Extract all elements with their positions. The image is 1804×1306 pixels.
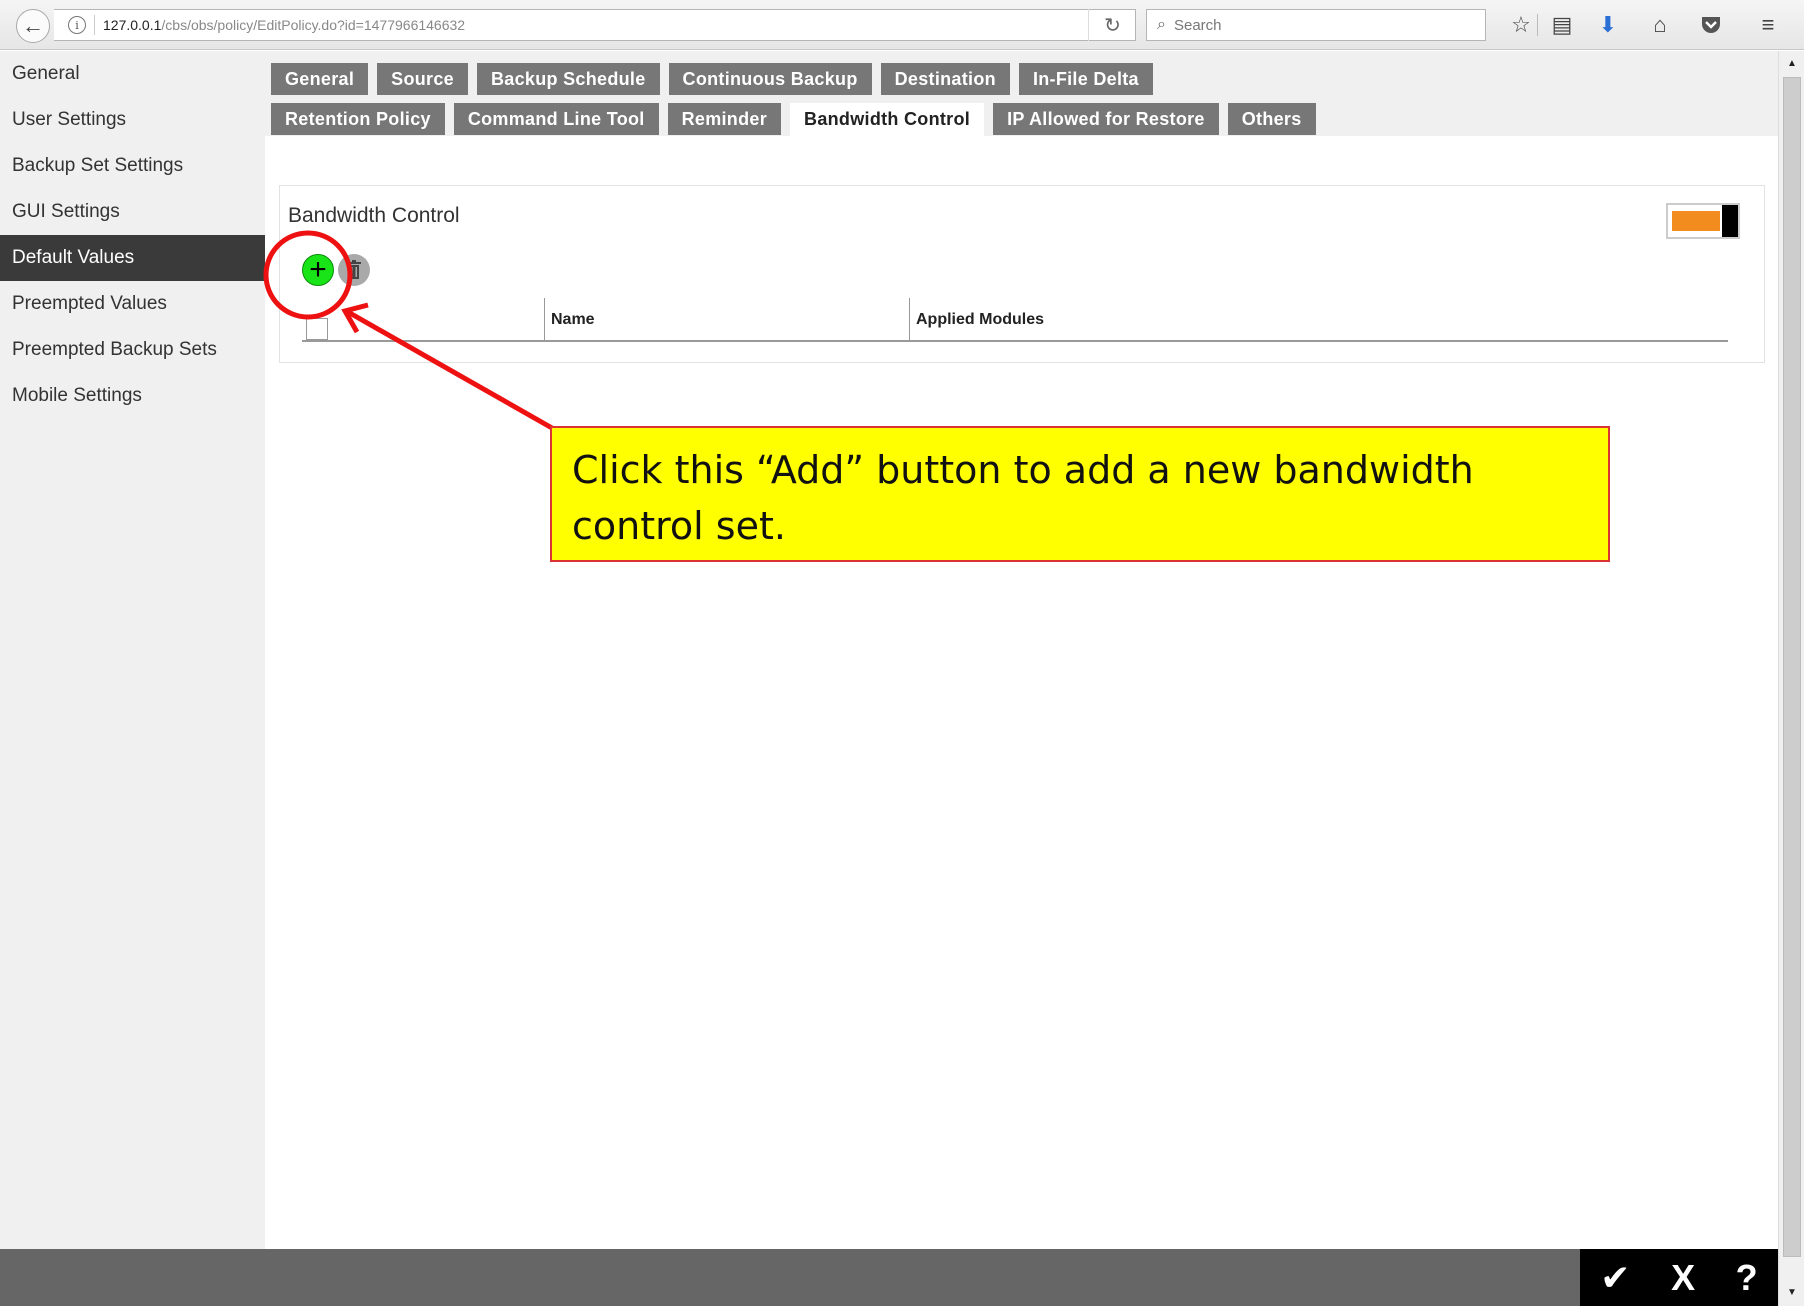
tab-in-file-delta[interactable]: In-File Delta — [1018, 63, 1153, 95]
tab-backup-schedule[interactable]: Backup Schedule — [476, 63, 660, 95]
back-arrow-icon[interactable]: ← — [16, 9, 50, 43]
tab-bar: General Source Backup Schedule Continuou… — [265, 51, 1778, 139]
tab-source[interactable]: Source — [377, 63, 468, 95]
pocket-icon[interactable] — [1695, 10, 1727, 40]
search-icon: ⌕ — [1157, 16, 1166, 33]
download-icon[interactable]: ⬇ — [1592, 10, 1624, 40]
search-placeholder: Search — [1173, 16, 1222, 34]
column-header-name[interactable]: Name — [544, 298, 595, 340]
help-question-icon[interactable]: ? — [1736, 1257, 1758, 1299]
annotation-callout: Click this “Add” button to add a new ban… — [550, 426, 1610, 562]
cancel-x-icon[interactable]: X — [1671, 1257, 1695, 1299]
main-content: General Source Backup Schedule Continuou… — [265, 51, 1778, 1249]
reload-icon[interactable]: ↻ — [1088, 9, 1136, 41]
tab-row-2: Retention Policy Command Line Tool Remin… — [271, 103, 1325, 139]
reading-list-icon[interactable]: ▤ — [1546, 10, 1578, 40]
browser-toolbar: ← i 127.0.0.1/cbs/obs/policy/EditPolicy.… — [0, 0, 1804, 50]
select-all-checkbox[interactable] — [306, 318, 328, 340]
scrollbar-thumb[interactable] — [1783, 77, 1801, 1257]
tab-reminder[interactable]: Reminder — [667, 103, 782, 135]
sidebar-item-mobile-settings[interactable]: Mobile Settings — [0, 373, 265, 419]
bandwidth-control-toggle[interactable] — [1666, 203, 1740, 239]
sidebar-item-backup-set-settings[interactable]: Backup Set Settings — [0, 143, 265, 189]
tab-bandwidth-control[interactable]: Bandwidth Control — [790, 103, 985, 139]
search-field[interactable]: ⌕ Search — [1146, 9, 1486, 41]
sidebar-item-preempted-backup-sets[interactable]: Preempted Backup Sets — [0, 327, 265, 373]
sidebar-item-gui-settings[interactable]: GUI Settings — [0, 189, 265, 235]
tab-retention-policy[interactable]: Retention Policy — [271, 103, 445, 135]
toolbar-separator — [1537, 14, 1538, 36]
tab-command-line-tool[interactable]: Command Line Tool — [453, 103, 659, 135]
delete-button[interactable] — [338, 254, 370, 286]
scroll-up-arrow-icon[interactable]: ▲ — [1783, 55, 1801, 73]
tab-others[interactable]: Others — [1227, 103, 1316, 135]
sidebar: General User Settings Backup Set Setting… — [0, 51, 265, 1249]
info-icon[interactable]: i — [68, 16, 86, 34]
add-button[interactable]: + — [302, 254, 334, 286]
url-separator — [94, 15, 95, 35]
bandwidth-control-panel: Bandwidth Control + Name Applied Modules — [279, 185, 1765, 363]
vertical-scrollbar[interactable]: ▲ ▼ — [1778, 51, 1804, 1306]
url-host: 127.0.0.1 — [103, 17, 162, 33]
menu-icon[interactable]: ≡ — [1752, 10, 1784, 40]
url-path: /cbs/obs/policy/EditPolicy.do?id=1477966… — [161, 17, 466, 33]
trash-icon — [347, 260, 361, 279]
tab-destination[interactable]: Destination — [880, 63, 1010, 95]
footer-actions: ✔ X ? — [1580, 1249, 1778, 1306]
panel-title: Bandwidth Control — [288, 204, 460, 227]
home-icon[interactable]: ⌂ — [1644, 10, 1676, 40]
column-header-applied-modules[interactable]: Applied Modules — [909, 298, 1044, 340]
sidebar-item-default-values[interactable]: Default Values — [0, 235, 265, 281]
scroll-down-arrow-icon[interactable]: ▼ — [1783, 1284, 1801, 1302]
tab-continuous-backup[interactable]: Continuous Backup — [668, 63, 872, 95]
tab-general[interactable]: General — [271, 63, 369, 95]
sidebar-item-general[interactable]: General — [0, 51, 265, 97]
url-bar[interactable]: i 127.0.0.1/cbs/obs/policy/EditPolicy.do… — [54, 9, 1136, 41]
tab-row-1: General Source Backup Schedule Continuou… — [271, 63, 1162, 95]
sidebar-item-user-settings[interactable]: User Settings — [0, 97, 265, 143]
save-checkmark-icon[interactable]: ✔ — [1600, 1257, 1630, 1299]
toggle-fill — [1672, 211, 1720, 231]
table-header: Name Applied Modules — [302, 298, 1728, 342]
toggle-knob — [1722, 205, 1738, 237]
footer-bar: ✔ X ? — [0, 1249, 1778, 1306]
tab-ip-allowed-for-restore[interactable]: IP Allowed for Restore — [993, 103, 1219, 135]
bookmark-star-icon[interactable]: ☆ — [1505, 10, 1537, 40]
sidebar-item-preempted-values[interactable]: Preempted Values — [0, 281, 265, 327]
